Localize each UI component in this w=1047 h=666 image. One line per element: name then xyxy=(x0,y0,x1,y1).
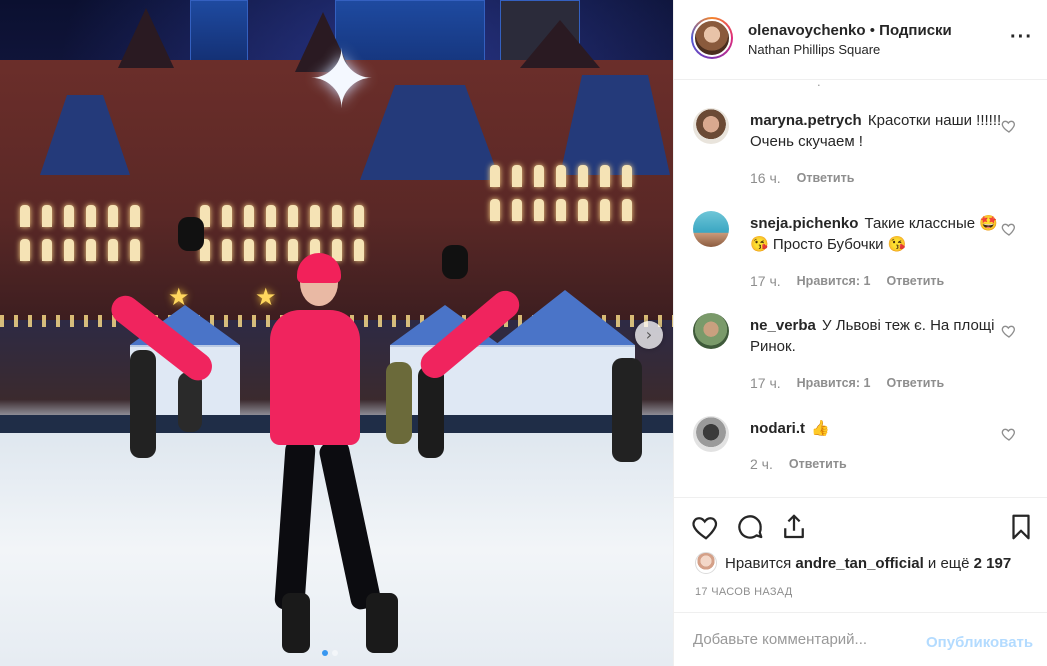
liker-avatar[interactable] xyxy=(695,552,717,574)
add-comment-form: Опубликовать xyxy=(674,612,1047,666)
reply-button[interactable]: Ответить xyxy=(797,171,855,185)
comment-time[interactable]: 17 ч. xyxy=(750,273,781,289)
more-horizontal-icon: ··· xyxy=(1010,26,1033,48)
comment-time[interactable]: 16 ч. xyxy=(750,170,781,186)
likes-summary: Нравится andre_tan_official и ещё 2 197 xyxy=(695,552,1011,574)
comment-meta: 2 ч. Ответить xyxy=(750,456,847,472)
author-line: olenavoychenko • Подписки xyxy=(748,22,952,39)
carousel-dot-active xyxy=(322,650,328,656)
likes-prefix: Нравится xyxy=(725,554,792,572)
likes-count[interactable]: 2 197 xyxy=(974,555,1012,572)
comment-like-icon[interactable] xyxy=(1001,221,1017,237)
tower-spire xyxy=(520,20,600,68)
comment-like-icon[interactable] xyxy=(1001,323,1017,339)
comment-username[interactable]: sneja.pichenko xyxy=(750,215,858,232)
post-actions: Нравится andre_tan_official и ещё 2 197 … xyxy=(674,497,1047,612)
truncated-text: . xyxy=(817,80,821,89)
post-timestamp[interactable]: 17 ЧАСОВ НАЗАД xyxy=(695,586,793,598)
commenter-avatar[interactable] xyxy=(693,108,729,144)
chevron-right-icon: › xyxy=(645,325,653,344)
star-ornament: ✦ xyxy=(308,33,376,126)
comment-text: 👍 xyxy=(811,420,830,437)
lit-windows xyxy=(490,165,632,221)
comment-input[interactable] xyxy=(693,631,923,648)
location-link[interactable]: Nathan Phillips Square xyxy=(748,42,880,57)
publish-button[interactable]: Опубликовать xyxy=(926,634,1033,651)
comment-username[interactable]: ne_verba xyxy=(750,317,816,334)
comment-like-icon[interactable] xyxy=(1001,426,1017,442)
more-options-button[interactable]: ··· xyxy=(1010,26,1033,49)
comment-username[interactable]: maryna.petrych xyxy=(750,112,862,129)
reply-button[interactable]: Ответить xyxy=(886,274,944,288)
post-side-panel: olenavoychenko • Подписки Nathan Phillip… xyxy=(673,0,1047,666)
comment-time[interactable]: 17 ч. xyxy=(750,375,781,391)
post-header: olenavoychenko • Подписки Nathan Phillip… xyxy=(674,0,1047,80)
carousel-dots xyxy=(322,650,338,656)
separator-dot: • xyxy=(869,22,875,39)
background-skater xyxy=(130,350,156,458)
liker-username[interactable]: andre_tan_official xyxy=(795,555,923,572)
comment-time[interactable]: 2 ч. xyxy=(750,456,773,472)
comment-like-icon[interactable] xyxy=(1001,118,1017,134)
comment-meta: 16 ч. Ответить xyxy=(750,170,854,186)
comment-meta: 17 ч. Нравится: 1 Ответить xyxy=(750,273,944,289)
author-username[interactable]: olenavoychenko xyxy=(748,22,866,39)
likes-middle: и ещё xyxy=(927,554,970,572)
comments-list[interactable]: . maryna.petrych Красотки наши !!!!!! Оч… xyxy=(674,80,1047,497)
comment-meta: 17 ч. Нравится: 1 Ответить xyxy=(750,375,944,391)
commenter-avatar[interactable] xyxy=(693,416,729,452)
following-button[interactable]: Подписки xyxy=(879,22,952,39)
author-avatar[interactable] xyxy=(691,17,733,59)
comment-likes[interactable]: Нравится: 1 xyxy=(797,376,871,390)
heart-icon[interactable] xyxy=(691,512,721,542)
lit-windows xyxy=(20,205,140,261)
comment-username[interactable]: nodari.t xyxy=(750,420,805,437)
share-icon[interactable] xyxy=(779,512,809,542)
bookmark-icon[interactable] xyxy=(1006,512,1036,542)
commenter-avatar[interactable] xyxy=(693,211,729,247)
comment-icon[interactable] xyxy=(735,512,765,542)
post-photo[interactable]: ✦ ★ ★ › xyxy=(0,0,673,666)
tower-spire xyxy=(118,8,174,68)
reply-button[interactable]: Ответить xyxy=(886,376,944,390)
skater-woman xyxy=(105,215,525,665)
background-skater xyxy=(612,358,642,462)
commenter-avatar[interactable] xyxy=(693,313,729,349)
carousel-next-button[interactable]: › xyxy=(635,321,663,349)
comment-likes[interactable]: Нравится: 1 xyxy=(797,274,871,288)
reply-button[interactable]: Ответить xyxy=(789,457,847,471)
carousel-dot xyxy=(332,650,338,656)
